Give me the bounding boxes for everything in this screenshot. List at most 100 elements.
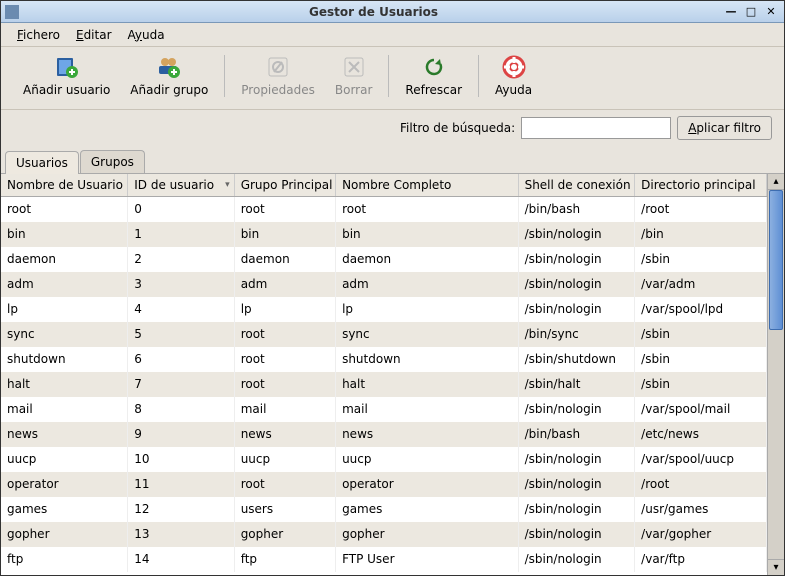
cell-home: /sbin <box>635 372 767 397</box>
menu-editar-rest: ditar <box>84 28 112 42</box>
scroll-track[interactable] <box>768 190 784 559</box>
cell-username: news <box>1 422 128 447</box>
cell-home: /usr/games <box>635 497 767 522</box>
cell-username: halt <box>1 372 128 397</box>
cell-username: operator <box>1 472 128 497</box>
scroll-up-button[interactable]: ▴ <box>768 174 784 190</box>
table-row[interactable]: games12usersgames/sbin/nologin/usr/games <box>1 497 767 522</box>
cell-fullname: daemon <box>336 247 519 272</box>
vertical-scrollbar[interactable]: ▴ ▾ <box>767 174 784 575</box>
filter-row: Filtro de búsqueda: Aplicar filtro <box>1 110 784 150</box>
table-row[interactable]: mail8mailmail/sbin/nologin/var/spool/mai… <box>1 397 767 422</box>
table-scroll[interactable]: Nombre de Usuario ID de usuario ▾ Grupo P… <box>1 174 767 575</box>
table-row[interactable]: lp4lplp/sbin/nologin/var/spool/lpd <box>1 297 767 322</box>
properties-label: Propiedades <box>241 83 315 97</box>
cell-fullname: bin <box>336 222 519 247</box>
cell-uid: 12 <box>128 497 234 522</box>
help-label: Ayuda <box>495 83 532 97</box>
add-user-icon <box>55 55 79 79</box>
maximize-button[interactable]: □ <box>742 5 760 19</box>
help-button[interactable]: Ayuda <box>485 53 542 99</box>
app-window: Gestor de Usuarios — □ ✕ Fichero Editar … <box>0 0 785 576</box>
add-group-label: Añadir grupo <box>130 83 208 97</box>
refresh-label: Refrescar <box>405 83 462 97</box>
cell-uid: 9 <box>128 422 234 447</box>
cell-uid: 6 <box>128 347 234 372</box>
close-button[interactable]: ✕ <box>762 5 780 19</box>
cell-pgroup: bin <box>234 222 335 247</box>
scroll-down-button[interactable]: ▾ <box>768 559 784 575</box>
delete-button: Borrar <box>325 53 383 99</box>
cell-username: sync <box>1 322 128 347</box>
apply-filter-button[interactable]: Aplicar filtro <box>677 116 772 140</box>
refresh-button[interactable]: Refrescar <box>395 53 472 99</box>
delete-icon <box>342 55 366 79</box>
window-title: Gestor de Usuarios <box>25 5 722 19</box>
cell-home: /var/spool/lpd <box>635 297 767 322</box>
scroll-thumb[interactable] <box>769 190 783 330</box>
cell-pgroup: news <box>234 422 335 447</box>
menu-ayuda[interactable]: Ayuda <box>120 25 173 45</box>
search-input[interactable] <box>521 117 671 139</box>
apply-filter-rest: plicar filtro <box>696 121 761 135</box>
window-controls: — □ ✕ <box>722 5 780 19</box>
menu-editar[interactable]: Editar <box>68 25 120 45</box>
table-area: Nombre de Usuario ID de usuario ▾ Grupo P… <box>1 173 784 575</box>
cell-shell: /sbin/halt <box>518 372 635 397</box>
titlebar[interactable]: Gestor de Usuarios — □ ✕ <box>1 1 784 23</box>
minimize-button[interactable]: — <box>722 5 740 19</box>
table-row[interactable]: ftp14ftpFTP User/sbin/nologin/var/ftp <box>1 547 767 572</box>
table-row[interactable]: operator11rootoperator/sbin/nologin/root <box>1 472 767 497</box>
table-row[interactable]: gopher13gophergopher/sbin/nologin/var/go… <box>1 522 767 547</box>
cell-pgroup: daemon <box>234 247 335 272</box>
cell-fullname: mail <box>336 397 519 422</box>
cell-fullname: sync <box>336 322 519 347</box>
table-row[interactable]: root0rootroot/bin/bash/root <box>1 197 767 222</box>
col-home[interactable]: Directorio principal <box>635 174 767 197</box>
cell-pgroup: root <box>234 372 335 397</box>
cell-pgroup: ftp <box>234 547 335 572</box>
cell-fullname: halt <box>336 372 519 397</box>
table-row[interactable]: daemon2daemondaemon/sbin/nologin/sbin <box>1 247 767 272</box>
col-uid[interactable]: ID de usuario ▾ <box>128 174 234 197</box>
cell-shell: /sbin/shutdown <box>518 347 635 372</box>
table-row[interactable]: halt7roothalt/sbin/halt/sbin <box>1 372 767 397</box>
col-pgroup[interactable]: Grupo Principal <box>234 174 335 197</box>
menubar: Fichero Editar Ayuda <box>1 23 784 47</box>
cell-home: /root <box>635 197 767 222</box>
add-group-button[interactable]: Añadir grupo <box>120 53 218 99</box>
add-user-button[interactable]: Añadir usuario <box>13 53 120 99</box>
cell-uid: 8 <box>128 397 234 422</box>
cell-pgroup: gopher <box>234 522 335 547</box>
cell-uid: 0 <box>128 197 234 222</box>
toolbar-separator <box>224 55 225 97</box>
cell-home: /bin <box>635 222 767 247</box>
tab-users[interactable]: Usuarios <box>5 151 79 174</box>
cell-pgroup: uucp <box>234 447 335 472</box>
menu-fichero[interactable]: Fichero <box>9 25 68 45</box>
table-row[interactable]: bin1binbin/sbin/nologin/bin <box>1 222 767 247</box>
table-row[interactable]: sync5rootsync/bin/sync/sbin <box>1 322 767 347</box>
tab-groups[interactable]: Grupos <box>80 150 145 173</box>
table-row[interactable]: uucp10uucpuucp/sbin/nologin/var/spool/uu… <box>1 447 767 472</box>
sort-indicator-icon: ▾ <box>225 180 230 190</box>
cell-home: /etc/news <box>635 422 767 447</box>
cell-uid: 5 <box>128 322 234 347</box>
cell-shell: /sbin/nologin <box>518 272 635 297</box>
cell-pgroup: users <box>234 497 335 522</box>
col-uid-label: ID de usuario <box>134 178 214 192</box>
cell-username: bin <box>1 222 128 247</box>
table-row[interactable]: adm3admadm/sbin/nologin/var/adm <box>1 272 767 297</box>
cell-home: /var/spool/uucp <box>635 447 767 472</box>
col-fullname[interactable]: Nombre Completo <box>336 174 519 197</box>
toolbar: Añadir usuario Añadir grupo Propiedades … <box>1 47 784 110</box>
cell-username: root <box>1 197 128 222</box>
col-username[interactable]: Nombre de Usuario <box>1 174 128 197</box>
table-row[interactable]: news9newsnews/bin/bash/etc/news <box>1 422 767 447</box>
cell-shell: /sbin/nologin <box>518 247 635 272</box>
cell-shell: /sbin/nologin <box>518 522 635 547</box>
cell-fullname: uucp <box>336 447 519 472</box>
refresh-icon <box>422 55 446 79</box>
table-row[interactable]: shutdown6rootshutdown/sbin/shutdown/sbin <box>1 347 767 372</box>
col-shell[interactable]: Shell de conexión <box>518 174 635 197</box>
